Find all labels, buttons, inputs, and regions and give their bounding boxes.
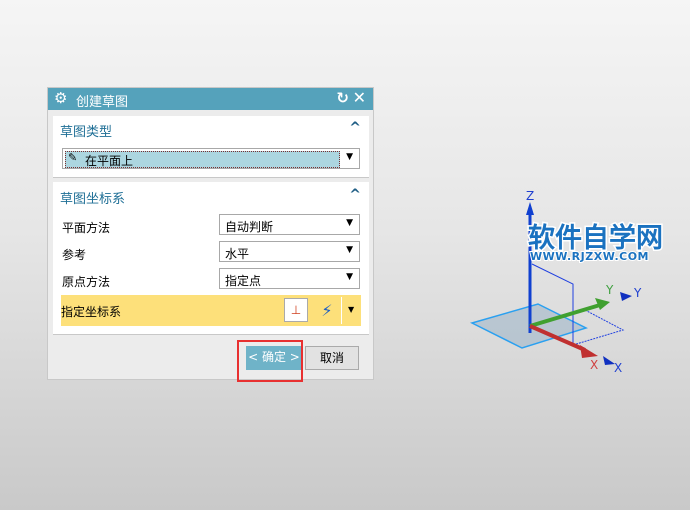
z-arrow <box>526 202 534 215</box>
origin-method-label: 原点方法 <box>62 275 111 289</box>
selected-value: 在平面上 <box>85 154 134 168</box>
y-label-green: Y <box>605 283 614 297</box>
section-title: 草图类型 <box>60 125 113 140</box>
reset-icon[interactable]: ↻ <box>336 89 349 107</box>
plane-method-dropdown[interactable]: 自动判断 ▼ <box>219 214 360 235</box>
y-label: Y <box>633 286 642 300</box>
collapse-icon[interactable]: ^ <box>349 120 361 136</box>
reference-label: 参考 <box>62 248 87 262</box>
chevron-down-icon: ▼ <box>346 272 353 282</box>
title-bar[interactable]: ⚙ 创建草图 ↻ ✕ <box>48 88 373 110</box>
create-sketch-dialog: ⚙ 创建草图 ↻ ✕ 草图类型 ^ ✎ 在平面上 ▼ 草图坐标系 ^ 平面方法 … <box>47 87 374 382</box>
chevron-down-icon[interactable]: ▼ <box>348 305 354 314</box>
pencil-icon: ✎ <box>68 151 78 164</box>
cancel-button[interactable]: 取消 <box>305 346 359 370</box>
sketch-csys-panel: 草图坐标系 ^ 平面方法 自动判断 ▼ 参考 水平 ▼ 原点方法 指定点 ▼ 指定坐标… <box>53 182 369 334</box>
plane-method-label: 平面方法 <box>62 221 111 235</box>
z-label: Z <box>526 189 534 203</box>
section-title: 草图坐标系 <box>60 192 126 207</box>
chevron-down-icon: ▼ <box>346 245 353 255</box>
specify-csys-label: 指定坐标系 <box>61 305 122 319</box>
value: 水平 <box>225 247 250 261</box>
inferred-csys-icon[interactable]: ⚡ <box>313 297 342 324</box>
chevron-down-icon: ▼ <box>346 218 353 228</box>
x-label: X <box>614 361 622 375</box>
value: 自动判断 <box>225 220 274 234</box>
reference-dropdown[interactable]: 水平 ▼ <box>219 241 360 262</box>
chevron-down-icon: ▼ <box>346 152 353 162</box>
csys-dialog-icon[interactable]: ⊥ <box>284 298 308 322</box>
origin-method-dropdown[interactable]: 指定点 ▼ <box>219 268 360 289</box>
gear-icon[interactable]: ⚙ <box>54 89 67 107</box>
sketch-type-panel: 草图类型 ^ ✎ 在平面上 ▼ <box>53 116 369 177</box>
dialog-title: 创建草图 <box>76 95 129 110</box>
sketch-type-dropdown[interactable]: ✎ 在平面上 ▼ <box>62 148 360 169</box>
specify-csys-row[interactable]: 指定坐标系 ⊥ ⚡ ▼ <box>61 295 361 326</box>
csys-triad-viewport: Z Y Y X X 软件自学网 WWW.RJZXW.COM <box>469 189 665 375</box>
x-label-red: X <box>590 358 598 372</box>
highlight-box <box>237 340 303 382</box>
y-arrow-blue <box>620 292 632 301</box>
x-arrow <box>580 345 598 358</box>
close-icon[interactable]: ✕ <box>353 88 366 107</box>
collapse-icon[interactable]: ^ <box>349 187 361 203</box>
value: 指定点 <box>225 274 262 288</box>
watermark-url: WWW.RJZXW.COM <box>530 250 649 263</box>
